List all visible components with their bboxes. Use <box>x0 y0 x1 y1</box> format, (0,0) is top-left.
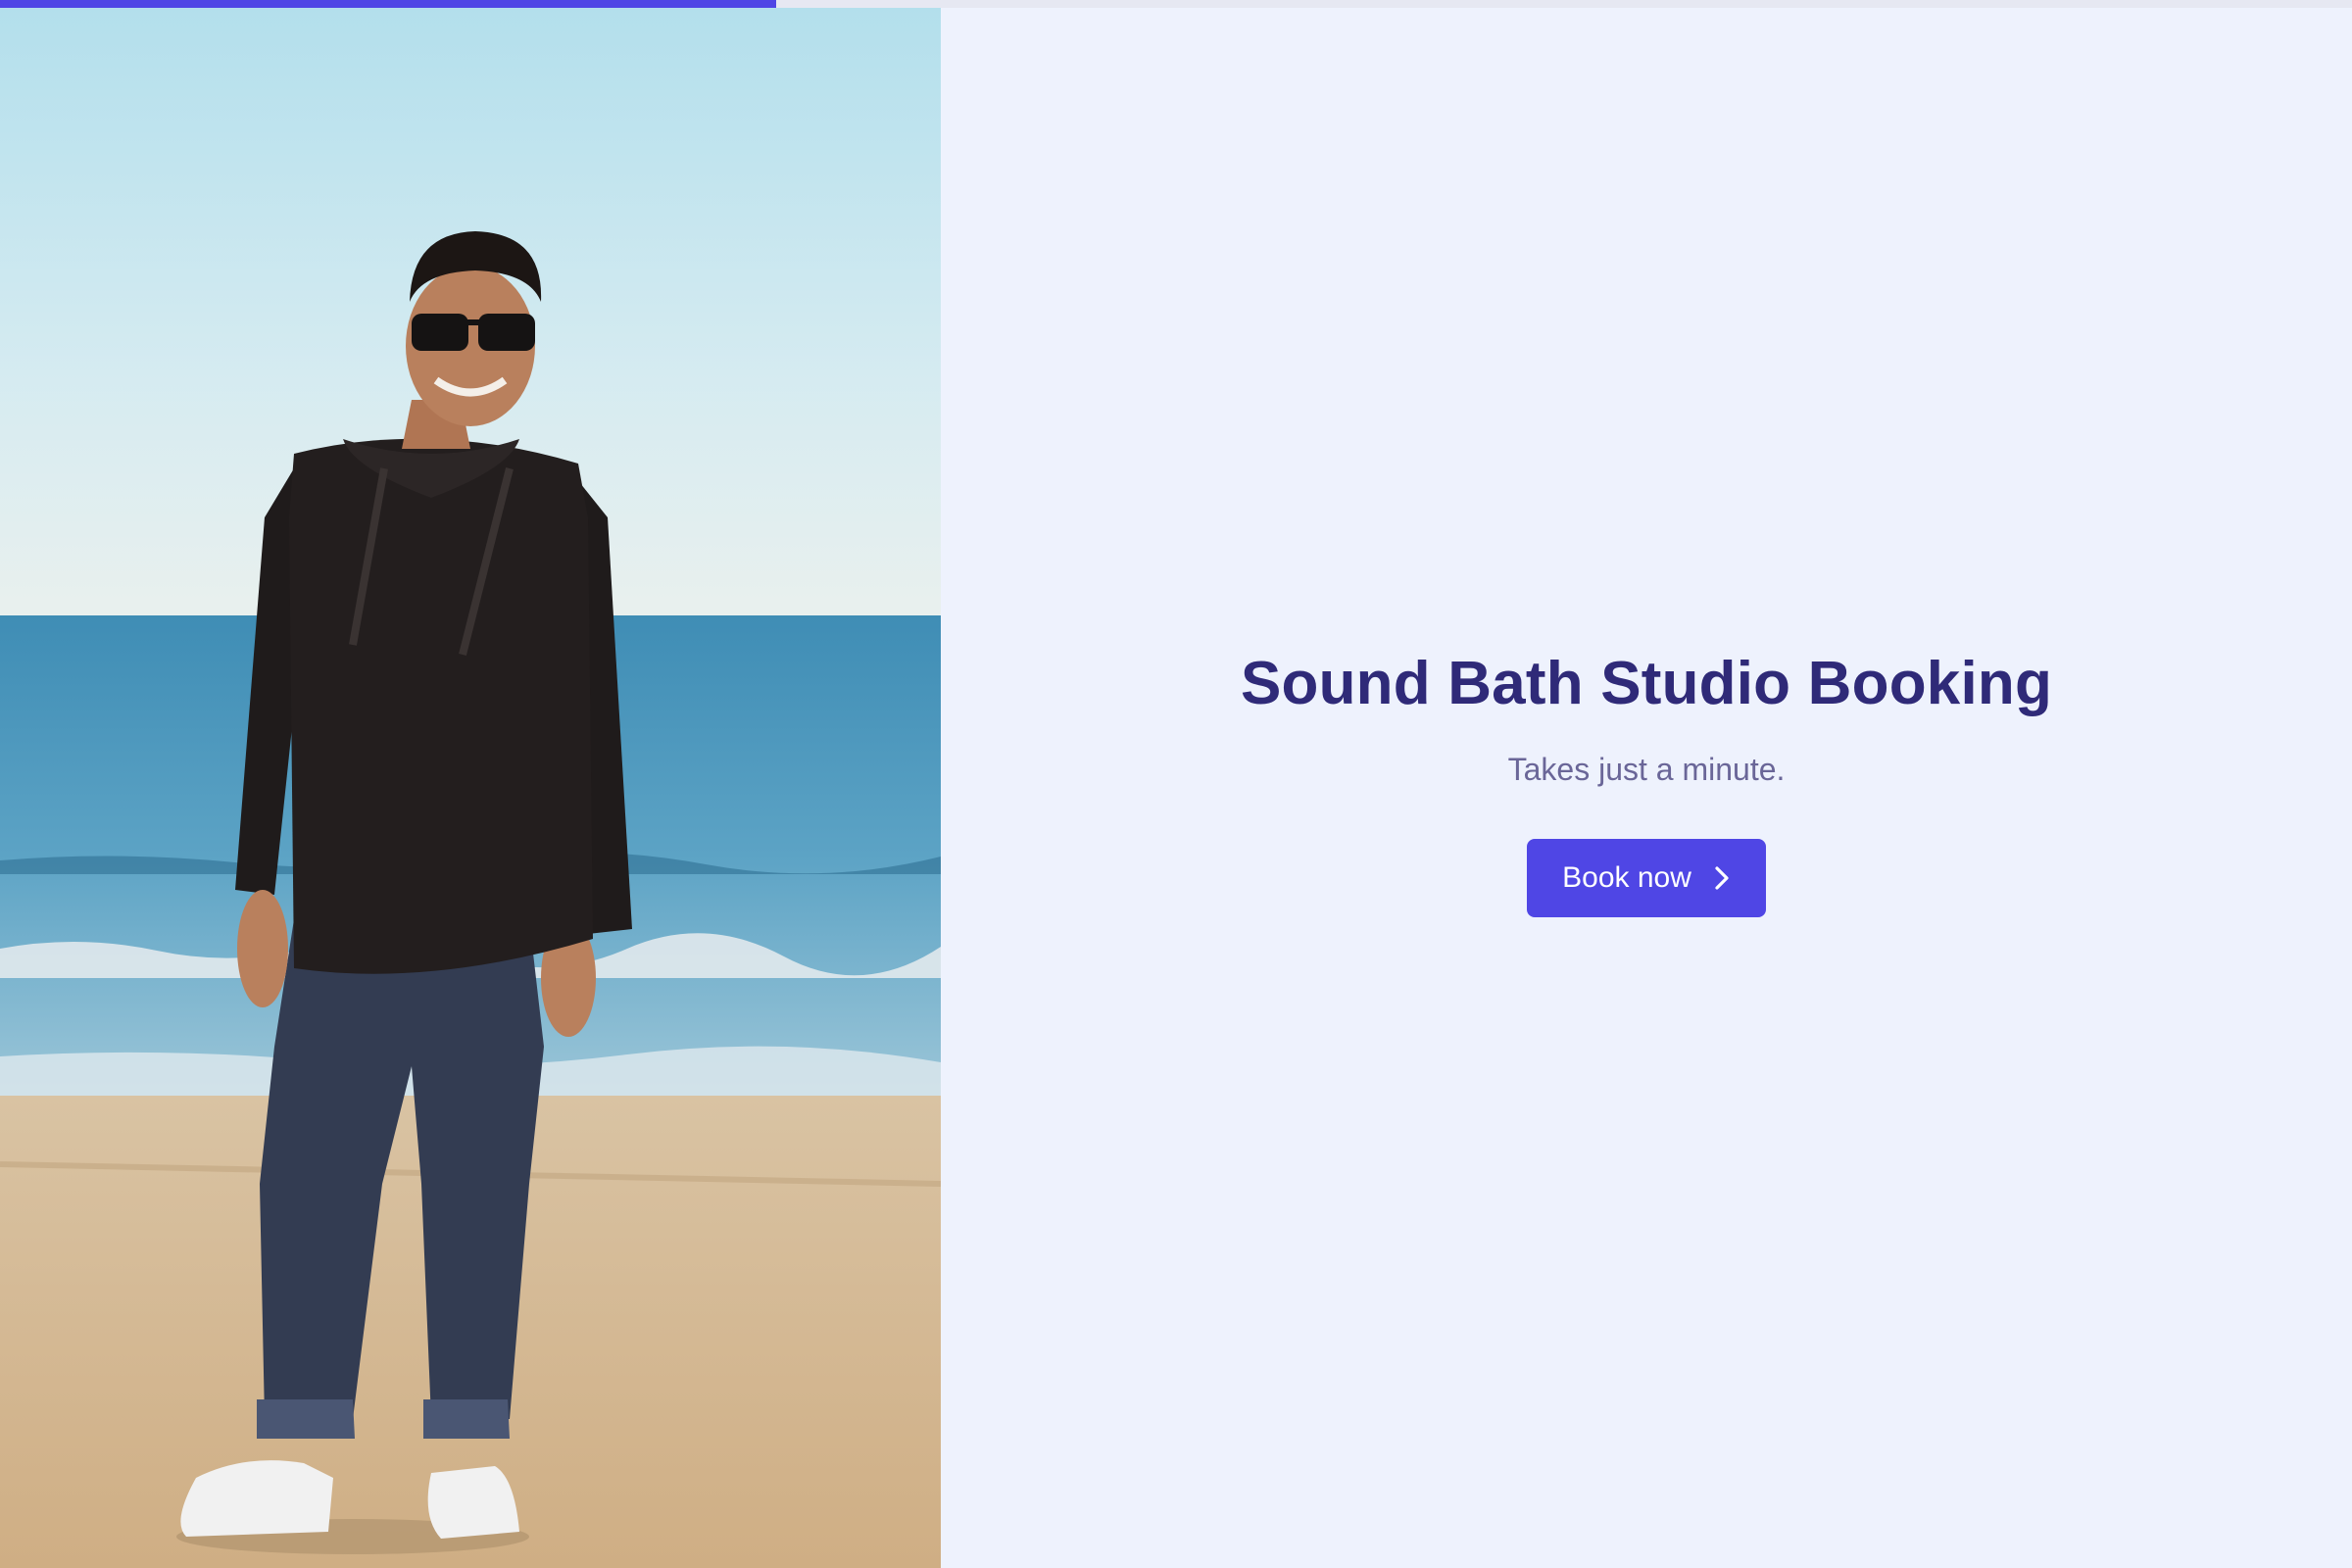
book-now-button[interactable]: Book now <box>1527 839 1766 917</box>
book-now-label: Book now <box>1562 861 1691 894</box>
page-subtitle: Takes just a minute. <box>1507 752 1786 787</box>
progress-bar <box>0 0 2352 8</box>
booking-intro: Sound Bath Studio Booking Takes just a m… <box>941 8 2352 1568</box>
hero-photo <box>0 8 941 1568</box>
booking-welcome-page: Sound Bath Studio Booking Takes just a m… <box>0 0 2352 1568</box>
page-title: Sound Bath Studio Booking <box>1240 650 2053 717</box>
progress-bar-fill <box>0 0 776 8</box>
chevron-right-icon <box>1713 865 1731 891</box>
